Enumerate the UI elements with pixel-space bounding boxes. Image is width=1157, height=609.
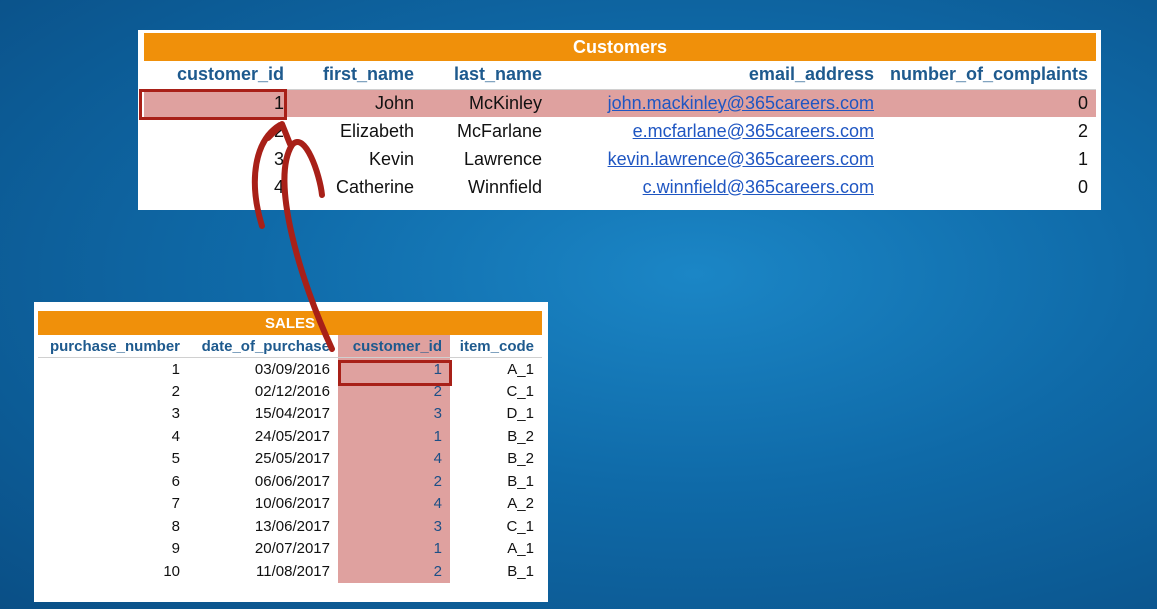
cell-date-of-purchase: 11/08/2017 bbox=[256, 562, 330, 580]
cell-date-of-purchase: 24/05/2017 bbox=[254, 427, 330, 445]
cell-complaints: 0 bbox=[1078, 176, 1089, 197]
sales-header-row: purchase_number date_of_purchase custome… bbox=[38, 335, 542, 358]
table-row: 9 20/07/2017 1 A_1 bbox=[38, 537, 542, 560]
cell-customer-id: 2 bbox=[273, 120, 284, 141]
sales-table-title: SALES bbox=[38, 311, 542, 335]
cell-item-code: D_1 bbox=[506, 405, 534, 423]
cell-date-of-purchase: 06/06/2017 bbox=[254, 472, 330, 490]
cell-item-code: C_1 bbox=[506, 517, 534, 535]
cell-last-name: Lawrence bbox=[463, 148, 542, 169]
table-row: 3 15/04/2017 3 D_1 bbox=[38, 402, 542, 425]
column-header: last_name bbox=[422, 61, 550, 90]
column-header: item_code bbox=[450, 335, 542, 358]
cell-purchase-number: 3 bbox=[171, 405, 180, 423]
cell-customer-id: 1 bbox=[338, 537, 450, 560]
cell-customer-id: 3 bbox=[273, 148, 284, 169]
cell-last-name: McKinley bbox=[422, 89, 550, 117]
cell-item-code: B_2 bbox=[507, 427, 534, 445]
table-row: 7 10/06/2017 4 A_2 bbox=[38, 492, 542, 515]
customers-table-panel: Customers customer_id first_name last_na… bbox=[138, 30, 1101, 210]
cell-customer-id: 2 bbox=[338, 560, 450, 583]
cell-item-code: C_1 bbox=[506, 382, 534, 400]
cell-date-of-purchase: 02/12/2016 bbox=[254, 382, 330, 400]
sales-table-body: 1 03/09/2016 1 A_1 2 02/12/2016 2 C_1 3 15/04/201… bbox=[38, 357, 542, 583]
cell-purchase-number: 10 bbox=[163, 562, 180, 580]
cell-purchase-number: 9 bbox=[171, 540, 180, 558]
table-row: 10 11/08/2017 2 B_1 bbox=[38, 560, 542, 583]
cell-customer-id: 2 bbox=[338, 380, 450, 403]
cell-item-code: B_2 bbox=[507, 450, 534, 468]
customers-table-title: Customers bbox=[144, 33, 1097, 61]
cell-last-name: McFarlane bbox=[456, 120, 542, 141]
cell-date-of-purchase: 20/07/2017 bbox=[254, 540, 330, 558]
cell-purchase-number: 8 bbox=[171, 517, 180, 535]
cell-customer-id: 2 bbox=[338, 470, 450, 493]
email-link[interactable]: john.mackinley@365careers.com bbox=[550, 89, 882, 117]
cell-date-of-purchase: 10/06/2017 bbox=[254, 495, 330, 513]
customers-header-row: customer_id first_name last_name email_a… bbox=[144, 61, 1097, 90]
cell-purchase-number: 7 bbox=[171, 495, 180, 513]
cell-last-name: Winnfield bbox=[467, 176, 542, 197]
email-link[interactable]: e.mcfarlane@365careers.com bbox=[550, 117, 882, 145]
table-row: 1 03/09/2016 1 A_1 bbox=[38, 357, 542, 380]
cell-item-code: B_1 bbox=[507, 472, 534, 490]
cell-purchase-number: 1 bbox=[171, 360, 180, 378]
cell-customer-id: 3 bbox=[338, 402, 450, 425]
cell-first-name: Catherine bbox=[335, 176, 414, 197]
cell-customer-id: 3 bbox=[338, 515, 450, 538]
cell-purchase-number: 4 bbox=[171, 427, 180, 445]
cell-date-of-purchase: 03/09/2016 bbox=[254, 360, 330, 378]
cell-date-of-purchase: 13/06/2017 bbox=[254, 517, 330, 535]
column-header: customer_id bbox=[144, 61, 292, 90]
table-row: 1 John McKinley john.mackinley@365career… bbox=[144, 89, 1097, 117]
cell-date-of-purchase: 25/05/2017 bbox=[254, 450, 330, 468]
cell-item-code: A_2 bbox=[507, 495, 534, 513]
column-header: first_name bbox=[292, 61, 422, 90]
column-header: email_address bbox=[550, 61, 882, 90]
customers-table: Customers customer_id first_name last_na… bbox=[144, 33, 1097, 201]
table-row: 6 06/06/2017 2 B_1 bbox=[38, 470, 542, 493]
column-header: customer_id bbox=[338, 335, 450, 358]
cell-complaints: 2 bbox=[1078, 120, 1089, 141]
table-row: 8 13/06/2017 3 C_1 bbox=[38, 515, 542, 538]
cell-purchase-number: 6 bbox=[171, 472, 180, 490]
cell-purchase-number: 2 bbox=[171, 382, 180, 400]
cell-complaints: 0 bbox=[882, 89, 1097, 117]
sales-table: SALES purchase_number date_of_purchase c… bbox=[38, 311, 542, 583]
column-header: number_of_complaints bbox=[882, 61, 1097, 90]
sales-table-panel: SALES purchase_number date_of_purchase c… bbox=[34, 302, 548, 602]
table-row: 4 24/05/2017 1 B_2 bbox=[38, 425, 542, 448]
cell-item-code: B_1 bbox=[507, 562, 534, 580]
cell-customer-id: 4 bbox=[338, 447, 450, 470]
email-link[interactable]: kevin.lawrence@365careers.com bbox=[550, 145, 882, 173]
column-header: date_of_purchase bbox=[188, 335, 338, 358]
cell-customer-id: 1 bbox=[144, 89, 292, 117]
table-row: 4 Catherine Winnfield c.winnfield@365car… bbox=[144, 173, 1096, 201]
cell-customer-id: 4 bbox=[338, 492, 450, 515]
cell-customer-id: 1 bbox=[338, 357, 450, 380]
table-row: 2 02/12/2016 2 C_1 bbox=[38, 380, 542, 403]
cell-purchase-number: 5 bbox=[171, 450, 180, 468]
table-row: 5 25/05/2017 4 B_2 bbox=[38, 447, 542, 470]
cell-customer-id: 1 bbox=[338, 425, 450, 448]
cell-first-name: John bbox=[292, 89, 422, 117]
cell-date-of-purchase: 15/04/2017 bbox=[254, 405, 330, 423]
cell-customer-id: 4 bbox=[273, 176, 284, 197]
table-row: 2 Elizabeth McFarlane e.mcfarlane@365car… bbox=[144, 117, 1096, 145]
cell-complaints: 1 bbox=[1078, 148, 1089, 169]
column-header: purchase_number bbox=[38, 335, 188, 358]
table-row: 3 Kevin Lawrence kevin.lawrence@365caree… bbox=[144, 145, 1096, 173]
email-link[interactable]: c.winnfield@365careers.com bbox=[550, 173, 882, 201]
cell-item-code: A_1 bbox=[507, 360, 534, 378]
cell-first-name: Kevin bbox=[368, 148, 414, 169]
cell-item-code: A_1 bbox=[507, 540, 534, 558]
cell-first-name: Elizabeth bbox=[339, 120, 414, 141]
